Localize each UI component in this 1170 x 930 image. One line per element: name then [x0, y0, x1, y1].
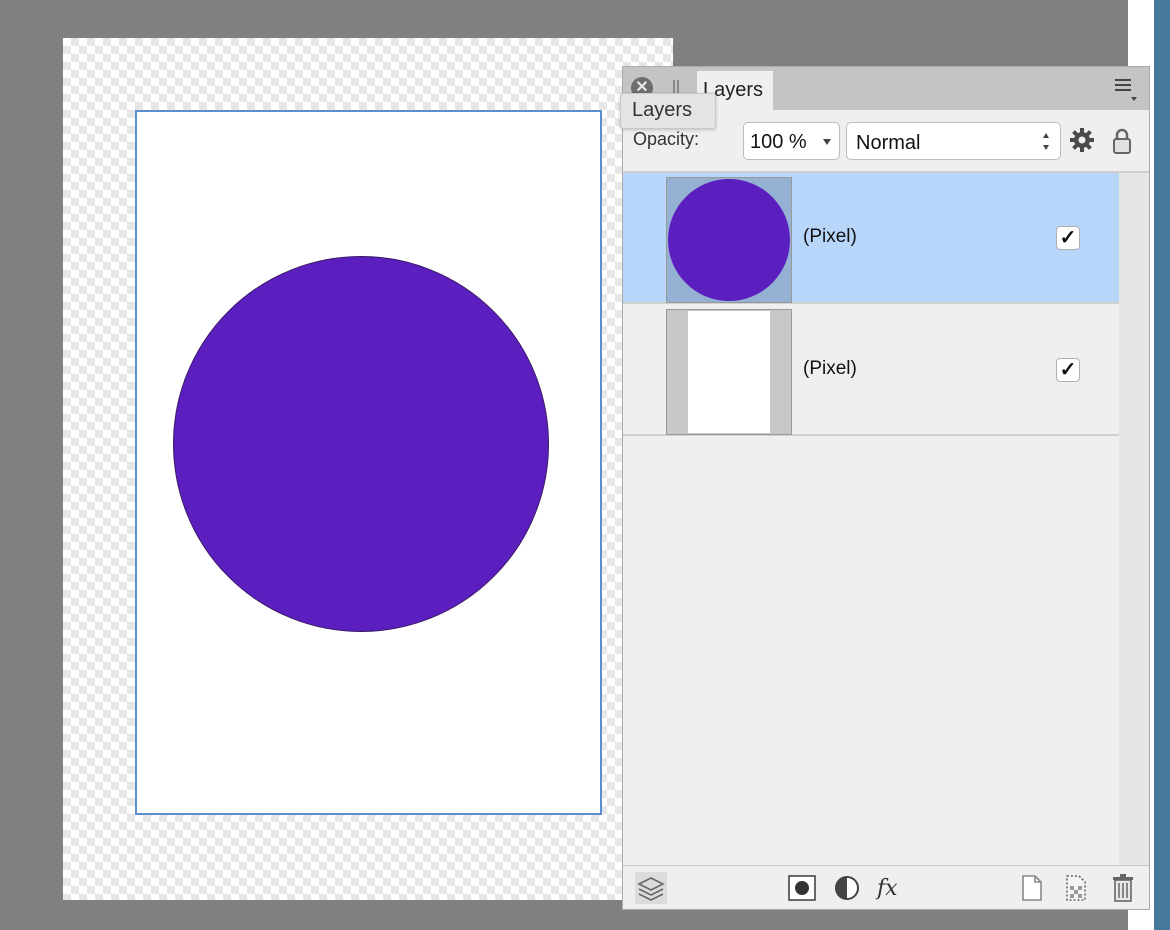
right-edge	[1154, 0, 1170, 930]
purple-circle[interactable]	[173, 256, 549, 632]
adjustment-icon[interactable]	[831, 872, 863, 904]
layers-panel: ✕ Layers Opacity: 100 % Normal (Pixel) ✓…	[622, 66, 1150, 910]
stepper-down-icon	[1043, 145, 1049, 150]
mask-icon[interactable]	[786, 872, 818, 904]
circle-thumbnail	[668, 179, 790, 301]
panel-menu-icon[interactable]	[1115, 79, 1137, 101]
scrollbar[interactable]	[1119, 173, 1149, 867]
layers-stack-icon[interactable]	[635, 872, 667, 904]
layers-list: (Pixel) ✓ (Pixel) ✓	[623, 171, 1149, 867]
layer-name: (Pixel)	[803, 226, 857, 247]
layers-tooltip: Layers	[620, 93, 716, 129]
blend-mode-select[interactable]: Normal	[846, 122, 1061, 160]
svg-text:fx: fx	[875, 876, 898, 901]
new-pixel-layer-icon[interactable]	[1060, 872, 1092, 904]
lock-icon[interactable]	[1111, 127, 1133, 155]
opacity-label: Opacity:	[633, 129, 700, 149]
opacity-dropdown[interactable]: 100 %	[743, 122, 840, 160]
blend-mode-value: Normal	[856, 132, 921, 154]
trash-icon[interactable]	[1107, 872, 1139, 904]
opacity-value: 100 %	[750, 131, 807, 153]
gear-icon[interactable]	[1069, 127, 1095, 153]
layer-name: (Pixel)	[803, 358, 857, 379]
chevron-down-icon	[823, 139, 831, 145]
panel-bottom-toolbar: fx	[623, 865, 1149, 909]
layer-row[interactable]: (Pixel) ✓	[623, 173, 1119, 304]
visibility-checkbox[interactable]: ✓	[1056, 358, 1080, 382]
visibility-checkbox[interactable]: ✓	[1056, 226, 1080, 250]
stepper-up-icon	[1043, 133, 1049, 138]
layer-thumbnail	[666, 177, 792, 303]
layer-thumbnail	[666, 309, 792, 435]
page-thumbnail	[688, 311, 770, 433]
layer-row[interactable]: (Pixel) ✓	[623, 305, 1119, 436]
fx-icon[interactable]: fx	[875, 872, 907, 904]
new-layer-icon[interactable]	[1016, 872, 1048, 904]
